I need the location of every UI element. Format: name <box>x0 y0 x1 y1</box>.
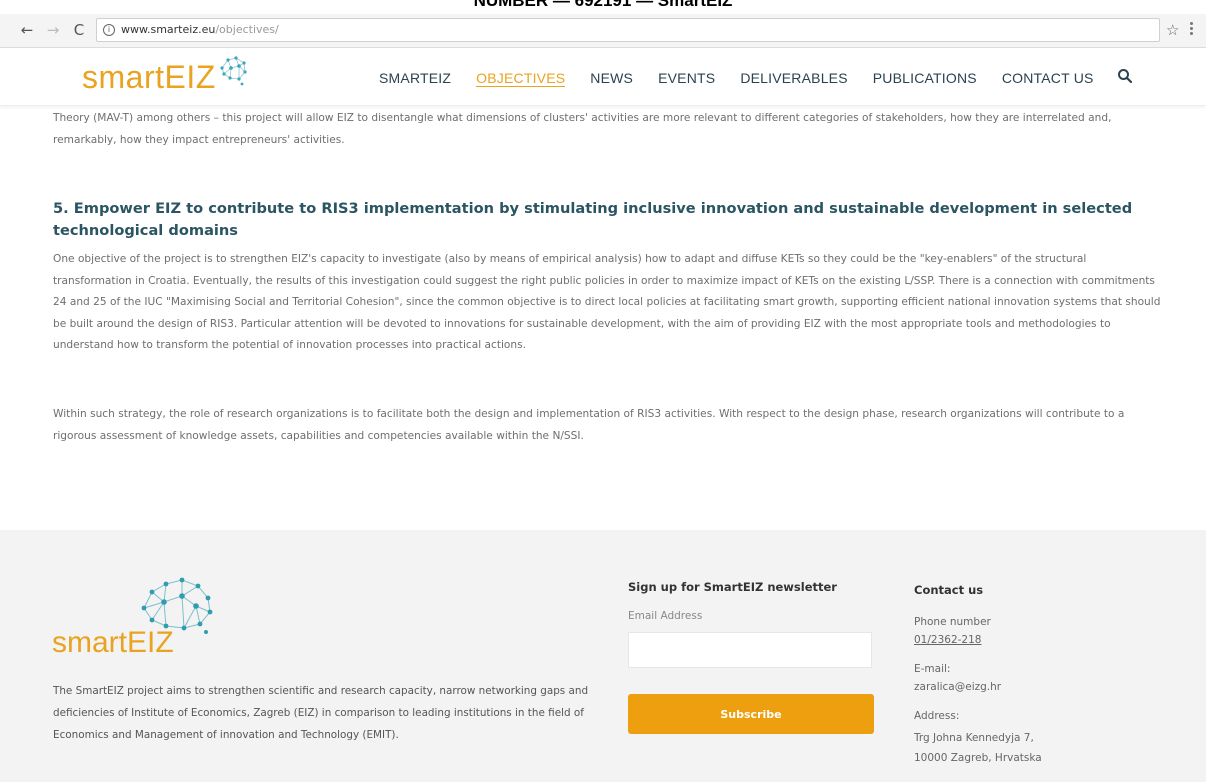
contact-title: Contact us <box>914 583 984 597</box>
footer-logo[interactable]: smartEIZ <box>52 576 222 664</box>
search-icon[interactable] <box>1117 68 1133 84</box>
main-menu: SMARTEIZ OBJECTIVES NEWS EVENTS DELIVERA… <box>379 68 1119 88</box>
address-line-1: Trg Johna Kennedyja 7, <box>914 732 1034 744</box>
forward-arrow-icon[interactable]: → <box>44 20 62 40</box>
section-heading: 5. Empower EIZ to contribute to RIS3 imp… <box>53 200 1133 239</box>
email-label: E-mail: <box>914 663 951 675</box>
newsletter-title: Sign up for SmartEIZ newsletter <box>628 580 837 594</box>
menu-item-smarteiz[interactable]: SMARTEIZ <box>379 70 451 86</box>
bookmark-star-icon[interactable]: ☆ <box>1166 20 1179 40</box>
contact-email[interactable]: zaralica@eizg.hr <box>914 681 1114 693</box>
menu-item-events[interactable]: EVENTS <box>658 70 715 86</box>
address: Trg Johna Kennedyja 7, 10000 Zagreb, Hrv… <box>914 728 1114 768</box>
browser-menu-icon[interactable] <box>1190 22 1194 38</box>
url-path: /objectives/ <box>215 23 279 36</box>
site-logo[interactable]: smartEIZ <box>82 56 262 100</box>
email-address-input[interactable] <box>628 632 872 668</box>
site-footer: smartEIZ The SmartEIZ project aims to st… <box>0 530 1206 782</box>
brain-network-icon <box>220 56 247 86</box>
objective-paragraph: One objective of the project is to stren… <box>53 253 1161 352</box>
footer-description: The SmartEIZ project aims to strengthen … <box>53 685 589 741</box>
footer-logo-text: smartEIZ <box>52 626 174 659</box>
address-bar[interactable]: i www.smarteiz.eu/objectives/ <box>96 18 1160 42</box>
address-label: Address: <box>914 710 960 722</box>
strategy-paragraph: Within such strategy, the role of resear… <box>53 408 1125 442</box>
phone-label: Phone number <box>914 616 991 628</box>
info-icon[interactable]: i <box>103 24 115 36</box>
email-address-label: Email Address <box>628 610 703 622</box>
phone-link[interactable]: 01/2362-218 <box>914 634 1114 646</box>
newsletter-form: Sign up for SmartEIZ newsletter Email Ad… <box>628 580 874 734</box>
url-host: www.smarteiz.eu <box>121 23 216 36</box>
menu-item-news[interactable]: NEWS <box>590 70 633 86</box>
menu-item-contact-us[interactable]: CONTACT US <box>1002 70 1094 86</box>
address-line-2: 10000 Zagreb, Hrvatska <box>914 752 1042 764</box>
document-header: NUMBER — 692191 — SmartEIZ <box>473 0 733 10</box>
subscribe-button[interactable]: Subscribe <box>628 694 874 734</box>
back-arrow-icon[interactable]: ← <box>18 20 36 40</box>
menu-item-objectives[interactable]: OBJECTIVES <box>476 70 566 87</box>
intro-paragraph: Theory (MAV-T) among others – this proje… <box>53 112 1112 146</box>
logo-text: smartEIZ <box>82 59 216 95</box>
browser-toolbar: ← → C i www.smarteiz.eu/objectives/ ☆ <box>0 14 1206 48</box>
reload-icon[interactable]: C <box>70 20 88 40</box>
menu-item-deliverables[interactable]: DELIVERABLES <box>740 70 847 86</box>
site-navigation: smartEIZ SMARTEIZ OBJECTIVES NEWS EVENTS… <box>0 48 1206 106</box>
menu-item-publications[interactable]: PUBLICATIONS <box>873 70 977 86</box>
contact-block: Contact us Phone number 01/2362-218 E-ma… <box>914 583 1114 768</box>
